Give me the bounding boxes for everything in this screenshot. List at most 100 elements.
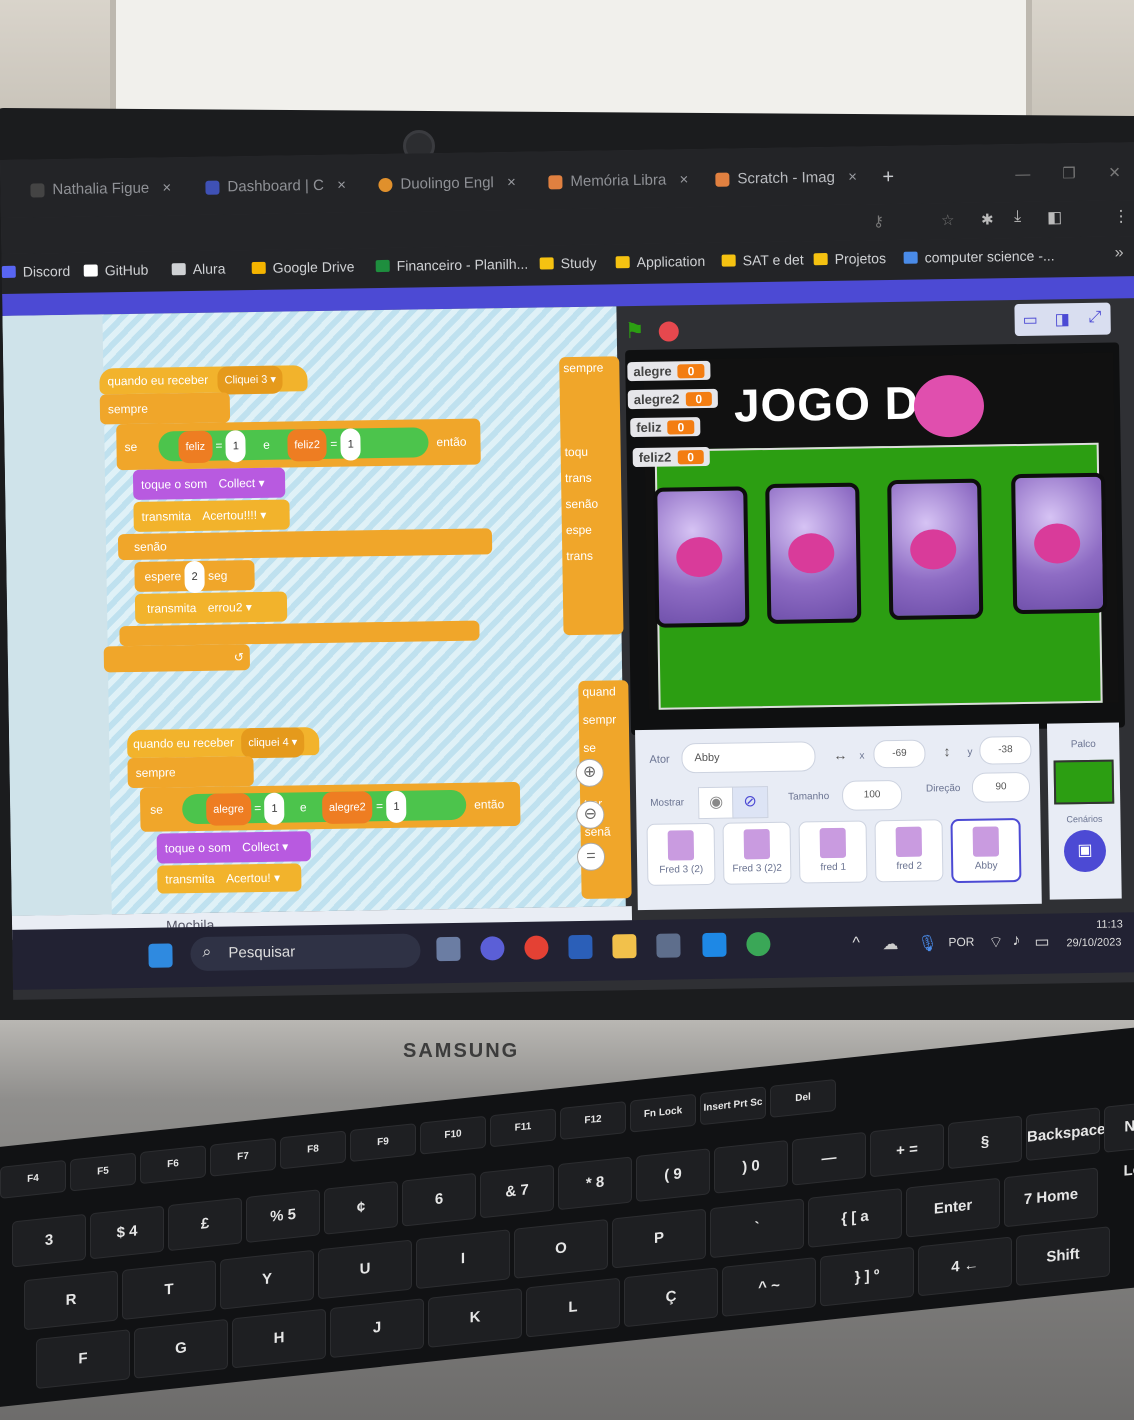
keyboard-key[interactable]: F12 bbox=[560, 1101, 626, 1140]
keyboard-key[interactable]: ` bbox=[710, 1198, 804, 1259]
keyboard-key[interactable]: Shift bbox=[1016, 1226, 1110, 1287]
sound-dropdown[interactable]: Collect bbox=[218, 476, 255, 491]
forever-block[interactable]: sempre bbox=[99, 392, 231, 425]
volume-icon[interactable]: ♪ bbox=[1012, 932, 1020, 950]
sprite-tile[interactable]: Abby bbox=[950, 818, 1022, 884]
bookmark-8[interactable]: Projetos bbox=[813, 250, 886, 267]
variable-monitor[interactable]: feliz2 0 bbox=[632, 446, 711, 468]
and-operator[interactable]: alegre = 1 e alegre2 = 1 bbox=[181, 789, 467, 826]
if-block[interactable]: se alegre = 1 e alegre2 = 1 então bbox=[139, 781, 521, 832]
keyboard-key[interactable]: F5 bbox=[70, 1152, 136, 1192]
file-explorer-icon[interactable] bbox=[612, 934, 637, 959]
word-icon[interactable] bbox=[568, 934, 593, 960]
memory-card[interactable] bbox=[765, 482, 862, 625]
task-view-icon[interactable] bbox=[436, 936, 461, 962]
keyboard-key[interactable]: £ bbox=[168, 1197, 242, 1252]
variable-monitor[interactable]: alegre2 0 bbox=[627, 388, 719, 410]
choose-backdrop-icon[interactable]: ▣ bbox=[1063, 829, 1107, 873]
variable-reporter[interactable]: feliz bbox=[178, 430, 213, 464]
bookmark-7[interactable]: SAT e det bbox=[721, 251, 804, 268]
message-dropdown[interactable]: Acertou! bbox=[226, 871, 271, 886]
x-input[interactable]: -69 bbox=[873, 739, 926, 769]
green-flag-icon[interactable]: ⚑ bbox=[625, 318, 645, 344]
keyboard-key[interactable]: ^ ~ bbox=[722, 1257, 816, 1317]
keyboard-key[interactable]: F6 bbox=[140, 1145, 206, 1185]
when-receive-block[interactable]: quando eu receber cliquei 4 ▾ bbox=[126, 727, 320, 759]
sidepanel-icon[interactable]: ◧ bbox=[1047, 207, 1062, 227]
microphone-icon[interactable]: 🎙 bbox=[917, 933, 938, 953]
keyboard-key[interactable]: H bbox=[232, 1308, 326, 1369]
broadcast-block[interactable]: transmita errou2 ▾ bbox=[134, 591, 288, 624]
keyboard-key[interactable]: Ç bbox=[624, 1267, 718, 1328]
sprite-tile[interactable]: Fred 3 (2)2 bbox=[722, 821, 792, 885]
extensions-icon[interactable]: ✱ bbox=[981, 210, 994, 228]
more-bookmarks-button[interactable]: » bbox=[1115, 244, 1124, 262]
keyboard-key[interactable]: F10 bbox=[420, 1115, 486, 1155]
when-receive-block[interactable]: quando eu receber Cliquei 3 ▾ bbox=[99, 365, 308, 395]
bookmark-9[interactable]: computer science -... bbox=[903, 247, 1055, 265]
keyboard-key[interactable]: Backspace bbox=[1026, 1107, 1105, 1162]
keyboard-key[interactable]: Y bbox=[220, 1249, 314, 1310]
fullscreen-icon[interactable]: ⤢ bbox=[1088, 309, 1101, 327]
wifi-icon[interactable]: ⌔ bbox=[988, 932, 1003, 952]
keyboard-key[interactable]: — bbox=[792, 1131, 866, 1186]
broadcast-block[interactable]: transmita Acertou! ▾ bbox=[157, 863, 302, 894]
large-stage-icon[interactable]: ◨ bbox=[1054, 309, 1070, 329]
close-icon[interactable]: × bbox=[507, 166, 516, 200]
tab-duolingo[interactable]: Duolingo Engl × bbox=[378, 166, 516, 202]
keyboard-key[interactable]: R bbox=[24, 1270, 118, 1331]
tab-nathalia[interactable]: Nathalia Figue × bbox=[30, 172, 171, 208]
new-tab-button[interactable]: + bbox=[882, 160, 894, 194]
bookmark-0[interactable]: Discord bbox=[1, 263, 71, 280]
wait-block[interactable]: espere 2 seg bbox=[134, 560, 255, 594]
if-else-block[interactable]: se feliz = 1 e feliz2 = 1 então bbox=[116, 418, 481, 471]
star-icon[interactable]: ☆ bbox=[941, 211, 955, 229]
keyboard-key[interactable]: ¢ bbox=[324, 1181, 398, 1235]
bookmark-6[interactable]: Application bbox=[615, 253, 705, 270]
bookmark-1[interactable]: GitHub bbox=[83, 262, 148, 279]
variable-monitor[interactable]: feliz 0 bbox=[630, 417, 701, 438]
minimize-icon[interactable]: — bbox=[1015, 158, 1031, 192]
keyboard-key[interactable]: F7 bbox=[210, 1137, 276, 1177]
keyboard-key[interactable]: F8 bbox=[280, 1130, 346, 1170]
keyboard-key[interactable]: 7 Home bbox=[1004, 1167, 1098, 1228]
small-stage-icon[interactable]: ▭ bbox=[1022, 310, 1038, 330]
variable-reporter[interactable]: alegre2 bbox=[321, 791, 373, 825]
keyboard-key[interactable]: ) 0 bbox=[714, 1140, 788, 1194]
variable-monitor[interactable]: alegre 0 bbox=[627, 360, 711, 382]
keyboard-key[interactable]: } ] º bbox=[820, 1246, 914, 1307]
tab-scratch[interactable]: Scratch - Imag × bbox=[715, 161, 857, 197]
keyboard-key[interactable]: F11 bbox=[490, 1108, 556, 1148]
keyboard-key[interactable]: O bbox=[514, 1218, 608, 1279]
keyboard-key[interactable]: + = bbox=[870, 1123, 944, 1178]
direction-input[interactable]: 90 bbox=[971, 771, 1031, 803]
keyboard-key[interactable]: Num Lock bbox=[1104, 1099, 1134, 1180]
tab-dashboard[interactable]: Dashboard | C × bbox=[205, 169, 346, 205]
keyboard-key[interactable]: F4 bbox=[0, 1159, 66, 1199]
keyboard-key[interactable]: * 8 bbox=[558, 1156, 632, 1211]
message-dropdown[interactable]: Cliquei 3 ▾ bbox=[217, 365, 284, 395]
close-icon[interactable]: × bbox=[848, 161, 857, 195]
windows-start-icon[interactable] bbox=[148, 943, 173, 968]
play-sound-block[interactable]: toque o som Collect ▾ bbox=[156, 831, 312, 864]
cloud-icon[interactable]: ☁ bbox=[882, 934, 898, 954]
keyboard-key[interactable]: F9 bbox=[350, 1123, 416, 1163]
keyboard-key[interactable]: 3 bbox=[12, 1213, 86, 1268]
keyboard-key[interactable]: Insert Prt Sc bbox=[700, 1086, 766, 1126]
memory-card[interactable] bbox=[653, 486, 750, 628]
keyboard-key[interactable]: U bbox=[318, 1239, 412, 1300]
keyboard-key[interactable]: F bbox=[36, 1329, 130, 1390]
sprite-tile[interactable]: fred 1 bbox=[798, 820, 868, 884]
download-icon[interactable]: ⤓ bbox=[1014, 208, 1021, 226]
keyboard-key[interactable]: T bbox=[122, 1260, 216, 1321]
variable-reporter[interactable]: feliz2 bbox=[287, 428, 328, 462]
keyboard-key[interactable]: { [ a bbox=[808, 1188, 902, 1248]
show-eye-icon[interactable]: ◉ bbox=[697, 786, 735, 820]
keyboard-key[interactable]: Del bbox=[770, 1078, 836, 1118]
clock-date[interactable]: 29/10/2023 bbox=[1066, 936, 1121, 949]
keyboard-key[interactable]: Fn Lock bbox=[630, 1093, 696, 1133]
keyboard-key[interactable]: ( 9 bbox=[636, 1148, 710, 1203]
key-icon[interactable]: ⚷ bbox=[873, 212, 884, 230]
clock-time[interactable]: 11:13 bbox=[1096, 918, 1123, 930]
broadcast-block[interactable]: transmita Acertou!!!! ▾ bbox=[133, 499, 290, 532]
